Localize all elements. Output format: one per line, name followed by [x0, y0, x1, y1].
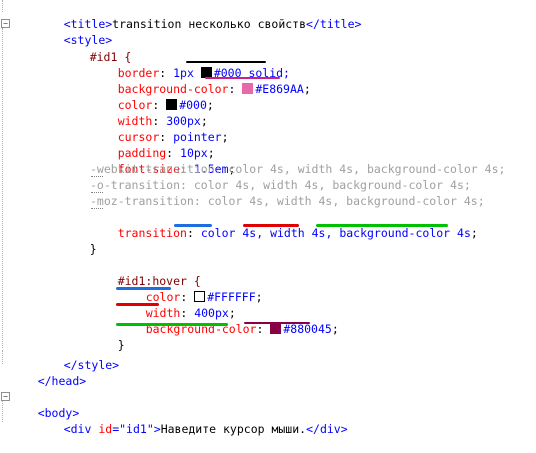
prop-sep: : — [186, 226, 201, 240]
underline-blue — [116, 287, 171, 290]
code-line-o-transition: -o-transition: color 4s, width 4s, backg… — [90, 178, 471, 192]
fold-guide — [2, 0, 9, 12]
code-line-moz-transition: -moz-transition: color 4s, width 4s, bac… — [90, 194, 485, 208]
prop-value-post: ; — [206, 98, 214, 112]
underline-pink — [205, 77, 280, 79]
underline-green — [316, 224, 448, 227]
code-line-style-open: <style> — [36, 16, 112, 47]
code-line-webkit-transition: -webkit-transition: color 4s, width 4s, … — [90, 162, 506, 176]
code-line-div: <div id="id1">Наведите курсор мыши.</div… — [36, 405, 348, 436]
head-close-tag: </head> — [37, 374, 87, 388]
code-line-cursor: cursor: pointer; — [90, 113, 229, 144]
collapse-style-icon[interactable]: − — [1, 19, 10, 28]
transition-duration: 4s, — [304, 226, 340, 240]
code-line-font-size: font-size: 1.5em; — [90, 145, 236, 176]
div-text: Наведите курсор мыши. — [160, 422, 307, 436]
prop-value-post: ; — [221, 130, 229, 144]
fold-gutter: − − — [0, 0, 10, 422]
fold-guide — [2, 401, 9, 422]
underline-black — [186, 61, 266, 63]
underline-red — [116, 303, 159, 306]
underline-green — [116, 323, 228, 326]
code-line-title: <title>transition несколько свойств</tit… — [36, 0, 362, 31]
fold-guide — [2, 28, 9, 348]
prop-name: transition — [117, 226, 187, 240]
transition-color-value: color — [200, 226, 236, 240]
transition-duration: 4s — [450, 226, 471, 240]
code-line-padding: padding: 10px; — [90, 129, 215, 160]
prop-value-post: ; — [303, 82, 311, 96]
prop-value: #E869AA — [255, 82, 304, 96]
tag-gt: > — [153, 422, 161, 436]
underline-maroon — [244, 322, 310, 324]
code-line-hover-background-color: background-color: #880045; — [118, 305, 339, 336]
warning-squiggle — [91, 190, 103, 193]
attr-value: "id1" — [119, 422, 154, 436]
prop-sep: : — [256, 322, 271, 336]
div-close-tag: </div> — [306, 422, 348, 436]
close-brace: } — [89, 242, 97, 256]
warning-squiggle — [91, 174, 103, 177]
code-line-hover-selector: #id1:hover { — [90, 257, 201, 288]
code-line-body-open: <body> — [10, 389, 80, 420]
code-line-close-brace: } — [62, 225, 97, 256]
code-line-color: color: #000; — [90, 81, 214, 112]
code-line-head-close: </head> — [10, 357, 86, 388]
transition-bgcolor-value: background-color — [339, 226, 451, 240]
attr-eq: = — [112, 422, 120, 436]
fold-guide — [2, 350, 9, 364]
transition-width-value: width — [270, 226, 305, 240]
code-line-transition: transition: color 4s, width 4s, backgrou… — [90, 209, 478, 240]
div-open-tag: <div — [63, 422, 99, 436]
color-swatch-icon[interactable] — [242, 83, 254, 94]
prop-value: #880045 — [283, 322, 332, 336]
code-line-style-close: </style> — [36, 341, 119, 372]
color-swatch-icon[interactable] — [270, 323, 282, 334]
collapse-body-icon[interactable]: − — [1, 392, 10, 401]
code-line-id1-selector: #id1 { — [62, 33, 132, 64]
prop-value-post: ; — [470, 226, 478, 240]
title-close-tag: </title> — [306, 17, 362, 31]
prop-sep: : — [228, 82, 243, 96]
underline-blue — [174, 224, 212, 227]
prop-value-post: ; — [255, 290, 263, 304]
underline-red — [243, 224, 299, 227]
title-text: transition несколько свойств — [112, 17, 307, 31]
transition-duration: 4s, — [235, 226, 271, 240]
code-editor[interactable]: − − <title>transition несколько свойств<… — [0, 0, 536, 436]
attr-name: id — [98, 422, 113, 436]
prop-value-post: ; — [331, 322, 339, 336]
code-line-width: width: 300px; — [90, 97, 208, 128]
